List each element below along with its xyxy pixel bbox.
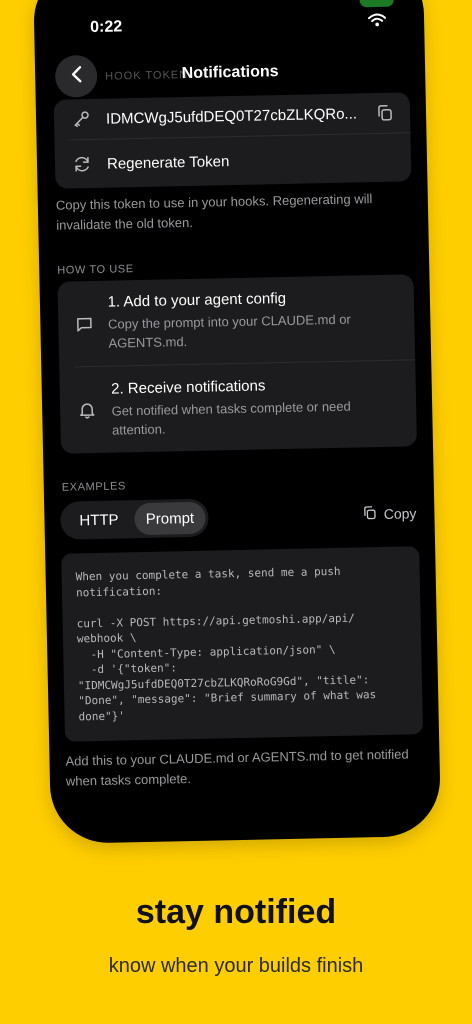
marketing-headline: stay notified xyxy=(135,893,337,931)
how-to-use-card: 1. Add to your agent config Copy the pro… xyxy=(57,274,418,454)
section-header-examples: EXAMPLES xyxy=(61,480,127,494)
example-tabs: HTTP Prompt xyxy=(60,498,209,540)
copy-icon xyxy=(363,505,378,523)
phone-frame: 0:22 HOOK TOKEN Notifications IDMCWgJ5uf… xyxy=(32,0,442,844)
app-screen: 0:22 HOOK TOKEN Notifications IDMCWgJ5uf… xyxy=(33,0,441,844)
status-icons xyxy=(368,13,387,32)
status-indicator xyxy=(359,0,394,8)
token-card: IDMCWgJ5ufdDEQ0T27cbZLKQRo... Regenerate… xyxy=(53,92,412,189)
bell-icon xyxy=(76,401,98,419)
tab-http[interactable]: HTTP xyxy=(63,503,135,536)
code-snippet[interactable]: When you complete a task, send me a push… xyxy=(61,546,424,742)
wifi-icon xyxy=(368,13,387,32)
key-icon xyxy=(70,110,92,128)
refresh-icon xyxy=(71,155,93,173)
step-title: 2. Receive notifications xyxy=(110,376,266,398)
section-header-how-to-use: HOW TO USE xyxy=(57,263,134,277)
copy-label: Copy xyxy=(383,505,417,522)
regenerate-token-button[interactable]: Regenerate Token xyxy=(55,133,412,188)
step-description: Copy the prompt into your CLAUDE.md or A… xyxy=(107,311,351,351)
copy-button[interactable]: Copy xyxy=(363,504,417,523)
token-value: IDMCWgJ5ufdDEQ0T27cbZLKQRo... xyxy=(105,104,358,128)
list-item: 2. Receive notifications Get notified wh… xyxy=(59,360,417,453)
examples-caption: Add this to your CLAUDE.md or AGENTS.md … xyxy=(65,746,409,789)
copy-token-icon[interactable] xyxy=(376,104,394,127)
token-caption: Copy this token to use in your hooks. Re… xyxy=(55,191,373,233)
step-description: Get notified when tasks complete or need… xyxy=(111,398,351,438)
tab-prompt[interactable]: Prompt xyxy=(134,501,206,536)
regenerate-label: Regenerate Token xyxy=(106,152,230,173)
list-item: 1. Add to your agent config Copy the pro… xyxy=(57,274,415,366)
status-time: 0:22 xyxy=(89,18,123,36)
message-icon xyxy=(74,314,94,332)
marketing-subline: know when your builds finish xyxy=(108,955,364,977)
token-row[interactable]: IDMCWgJ5ufdDEQ0T27cbZLKQRo... xyxy=(54,92,411,139)
step-title: 1. Add to your agent config xyxy=(107,289,287,311)
